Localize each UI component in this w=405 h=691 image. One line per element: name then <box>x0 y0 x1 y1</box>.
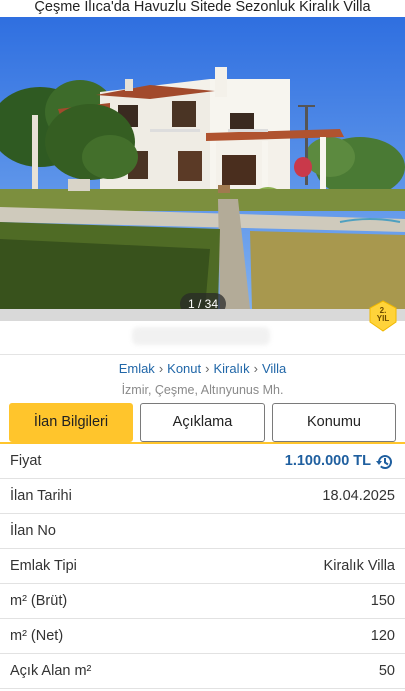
breadcrumb: Emlak › Konut › Kiralık › Villa <box>0 361 405 376</box>
membership-year-badge: 2. YIL <box>368 300 398 332</box>
detail-label: m² (Brüt) <box>10 593 68 609</box>
detail-label: İlan Tarihi <box>10 488 72 504</box>
listing-title: Çeşme Ilıca'da Havuzlu Sitede Sezonluk K… <box>0 0 405 17</box>
breadcrumb-item-kiralik[interactable]: Kiralık <box>213 361 249 376</box>
breadcrumb-item-emlak[interactable]: Emlak <box>119 361 155 376</box>
location-text: İzmir, Çeşme, Altınyunus Mh. <box>121 383 284 397</box>
detail-row-net-area: m² (Net) 120 <box>0 619 405 654</box>
badge-text: 2. YIL <box>368 307 398 323</box>
tab-ilan-bilgileri[interactable]: İlan Bilgileri <box>9 403 133 442</box>
badge-line2: YIL <box>376 314 390 323</box>
price-value: 1.100.000 TL <box>284 453 371 469</box>
breadcrumb-item-villa[interactable]: Villa <box>262 361 286 376</box>
tab-konumu[interactable]: Konumu <box>272 403 396 442</box>
photo-counter: 1 / 34 <box>180 293 226 309</box>
detail-row-property-type: Emlak Tipi Kiralık Villa <box>0 549 405 584</box>
photo-gallery[interactable]: 1 / 34 <box>0 17 405 309</box>
detail-row-date: İlan Tarihi 18.04.2025 <box>0 479 405 514</box>
tab-bar: İlan Bilgileri Açıklama Konumu <box>0 403 405 443</box>
gallery-bottom-band <box>0 309 405 321</box>
detail-value: 18.04.2025 <box>322 488 395 504</box>
detail-label: Fiyat <box>10 453 42 469</box>
detail-label: Emlak Tipi <box>10 558 77 574</box>
detail-label: Açık Alan m² <box>10 663 92 679</box>
breadcrumb-separator: › <box>158 361 164 376</box>
detail-value: Kiralık Villa <box>323 558 395 574</box>
price-history-icon[interactable] <box>375 452 395 472</box>
redacted-seller-name <box>132 327 270 345</box>
divider <box>0 354 405 355</box>
detail-row-gross-area: m² (Brüt) 150 <box>0 584 405 619</box>
breadcrumb-separator: › <box>205 361 210 376</box>
detail-value: 150 <box>370 593 395 609</box>
detail-row-listing-no: İlan No <box>0 514 405 549</box>
detail-row-open-area: Açık Alan m² 50 <box>0 654 405 689</box>
detail-value: 120 <box>370 628 395 644</box>
breadcrumb-item-konut[interactable]: Konut <box>167 361 201 376</box>
villa-photo[interactable] <box>0 17 405 309</box>
detail-label: İlan No <box>10 523 56 539</box>
tab-aciklama[interactable]: Açıklama <box>140 403 265 442</box>
breadcrumb-separator: › <box>253 361 258 376</box>
detail-label: m² (Net) <box>10 628 64 644</box>
detail-row-price: Fiyat 1.100.000 TL <box>0 444 405 479</box>
detail-value: 50 <box>378 663 395 679</box>
